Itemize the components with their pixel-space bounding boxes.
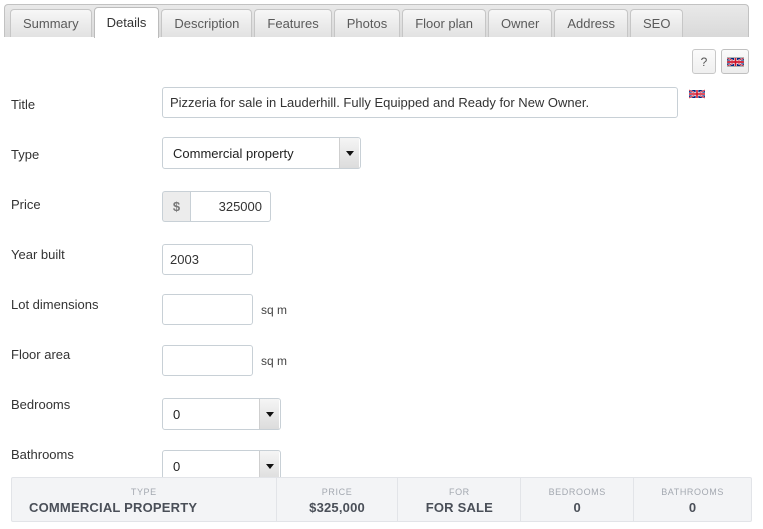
label-lot-dimensions: Lot dimensions xyxy=(11,297,99,312)
tab-summary[interactable]: Summary xyxy=(10,9,92,37)
title-language-flag[interactable] xyxy=(689,86,705,119)
label-bedrooms: Bedrooms xyxy=(11,397,71,412)
form-row-price: Price $ xyxy=(0,186,763,236)
form-row-year-built: Year built xyxy=(0,236,763,286)
language-flag-button[interactable] xyxy=(721,49,749,74)
bathrooms-select-value: 0 xyxy=(173,458,181,474)
form-row-type: Type Commercial property xyxy=(0,136,763,186)
label-price: Price xyxy=(11,197,41,212)
summary-head-bedrooms: BEDROOMS xyxy=(548,486,606,497)
label-floor-area: Floor area xyxy=(11,347,71,362)
summary-cell-bedrooms: BEDROOMS 0 xyxy=(521,478,635,521)
summary-cell-price: PRICE $325,000 xyxy=(277,478,399,521)
title-input[interactable] xyxy=(162,87,678,118)
chevron-down-icon xyxy=(339,138,359,168)
tab-description[interactable]: Description xyxy=(161,9,253,37)
type-select-value: Commercial property xyxy=(173,145,294,161)
uk-flag-icon xyxy=(689,89,705,99)
toolbar: ? xyxy=(692,49,749,74)
details-form: Title Type Commercial property Pr xyxy=(0,86,763,486)
lot-dimensions-unit: sq m xyxy=(261,302,288,317)
tab-photos[interactable]: Photos xyxy=(333,9,401,37)
help-button[interactable]: ? xyxy=(692,49,716,74)
summary-cell-bathrooms: BATHROOMS 0 xyxy=(634,478,751,521)
summary-cell-type: TYPE COMMERCIAL PROPERTY xyxy=(12,478,277,521)
summary-value-price: $325,000 xyxy=(309,499,365,515)
label-year-built: Year built xyxy=(11,247,65,262)
summary-value-for: FOR SALE xyxy=(425,499,494,515)
summary-cell-for: FOR FOR SALE xyxy=(398,478,522,521)
tab-seo[interactable]: SEO xyxy=(630,9,684,37)
price-input-group: $ xyxy=(162,191,271,222)
price-input[interactable] xyxy=(190,191,271,222)
floor-area-input[interactable] xyxy=(162,345,253,376)
type-select[interactable]: Commercial property xyxy=(162,137,361,169)
label-type: Type xyxy=(11,147,40,162)
summary-head-for: FOR xyxy=(448,486,470,497)
form-row-floor-area: Floor area sq m xyxy=(0,336,763,386)
year-built-input[interactable] xyxy=(162,244,253,275)
summary-head-type: TYPE xyxy=(130,486,157,497)
currency-symbol: $ xyxy=(162,191,190,222)
summary-head-bathrooms: BATHROOMS xyxy=(661,486,724,497)
tab-features[interactable]: Features xyxy=(254,9,332,37)
lot-dimensions-input[interactable] xyxy=(162,294,253,325)
form-row-lot-dimensions: Lot dimensions sq m xyxy=(0,286,763,336)
label-title: Title xyxy=(11,97,36,112)
floor-area-unit: sq m xyxy=(261,353,288,368)
tab-floor-plan[interactable]: Floor plan xyxy=(402,9,487,37)
tab-address[interactable]: Address xyxy=(554,9,629,37)
form-row-bedrooms: Bedrooms 0 xyxy=(0,386,763,436)
summary-value-bedrooms: 0 xyxy=(573,499,581,515)
summary-value-bathrooms: 0 xyxy=(688,499,697,515)
uk-flag-icon xyxy=(726,56,744,67)
label-bathrooms: Bathrooms xyxy=(11,447,74,462)
tab-owner[interactable]: Owner xyxy=(488,9,553,37)
bedrooms-select-value: 0 xyxy=(173,406,181,422)
property-summary-bar: TYPE COMMERCIAL PROPERTY PRICE $325,000 … xyxy=(11,477,752,522)
summary-head-price: PRICE xyxy=(321,486,353,497)
bedrooms-select[interactable]: 0 xyxy=(162,398,281,430)
form-row-title: Title xyxy=(0,86,763,136)
tab-bar: Summary Details Description Features Pho… xyxy=(4,4,749,38)
tab-details[interactable]: Details xyxy=(93,7,160,38)
chevron-down-icon xyxy=(259,399,279,429)
summary-value-type: COMMERCIAL PROPERTY xyxy=(29,499,198,515)
